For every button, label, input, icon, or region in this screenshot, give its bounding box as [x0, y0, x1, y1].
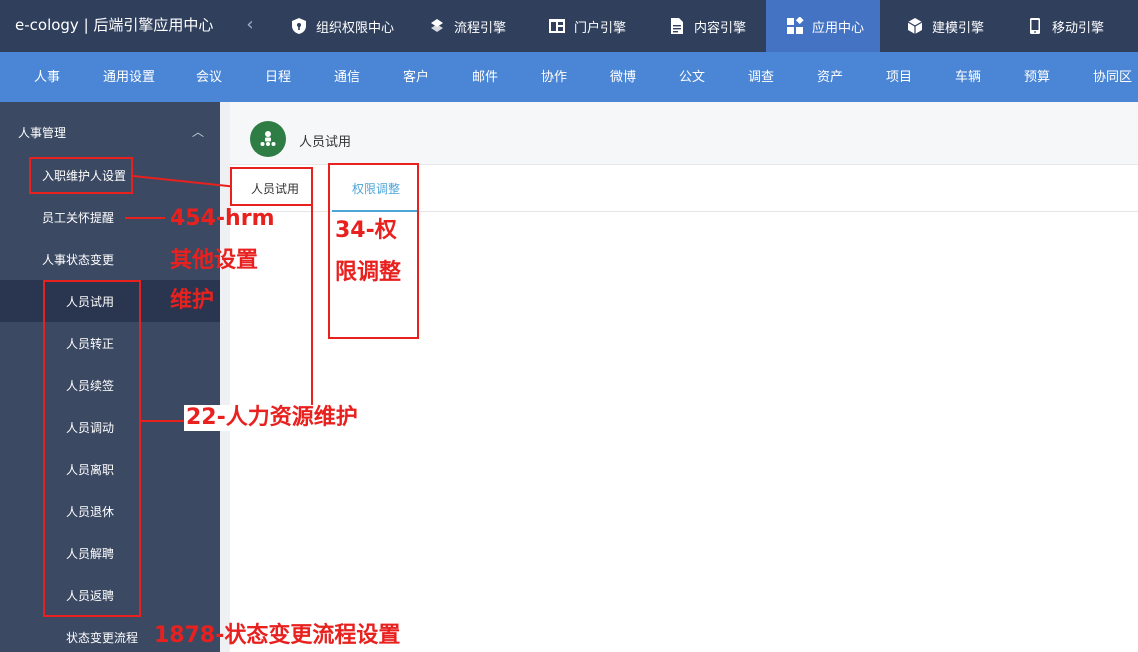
module-mail[interactable]: 邮件: [472, 52, 498, 102]
annotation-label: 限调整: [335, 260, 402, 285]
engine-label: 流程引擎: [454, 20, 507, 36]
engine-label: 组织权限中心: [316, 20, 395, 36]
module-survey[interactable]: 调查: [748, 52, 774, 102]
chevron-up-icon[interactable]: ︿: [190, 124, 206, 140]
sidebar-group-hr-management[interactable]: 人事管理: [18, 124, 66, 141]
mobile-icon: [1026, 17, 1044, 35]
tab-bar: 人员试用 权限调整: [230, 166, 1138, 212]
sidebar-item-status-change[interactable]: 人事状态变更: [42, 251, 114, 268]
sidebar-subitem-retirement[interactable]: 人员退休: [66, 503, 114, 520]
annotation-label: 454-hrm: [170, 206, 275, 231]
module-general-settings[interactable]: 通用设置: [103, 52, 155, 102]
flow-icon: [428, 17, 446, 35]
sidebar-item-onboarding-maintainer[interactable]: 入职维护人设置: [42, 167, 126, 184]
sidebar-subitem-rehire[interactable]: 人员返聘: [66, 587, 114, 604]
sidebar: 人事管理 ︿ 入职维护人设置 员工关怀提醒 人事状态变更 人员试用 人员转正 人…: [0, 102, 220, 652]
module-bar: 人事 通用设置 会议 日程 通信 客户 邮件 协作 微博 公文 调查 资产 项目…: [0, 52, 1138, 102]
app-title: e-cology | 后端引擎应用中心: [15, 16, 214, 34]
cube-icon: [906, 17, 924, 35]
module-collaboration[interactable]: 协作: [541, 52, 567, 102]
apps-icon: [786, 17, 804, 35]
sidebar-subitem-renewal[interactable]: 人员续签: [66, 377, 114, 394]
module-meeting[interactable]: 会议: [196, 52, 222, 102]
document-icon: [668, 17, 686, 35]
layout-icon: [548, 17, 566, 35]
main-content: 人员试用 人员试用 权限调整: [220, 102, 1138, 652]
page-title: 人员试用: [299, 135, 352, 150]
sidebar-item-status-change-workflow[interactable]: 状态变更流程: [66, 629, 138, 646]
sidebar-subitem-resignation[interactable]: 人员离职: [66, 461, 114, 478]
content-header: 人员试用: [230, 102, 1138, 165]
engine-workflow[interactable]: 流程引擎: [408, 0, 526, 52]
engine-app-center[interactable]: 应用中心: [766, 0, 880, 52]
engine-label: 门户引擎: [574, 20, 627, 36]
sidebar-subitem-regularization[interactable]: 人员转正: [66, 335, 114, 352]
engine-label: 内容引擎: [694, 20, 747, 36]
engine-content[interactable]: 内容引擎: [648, 0, 766, 52]
annotation-label: 其他设置: [170, 248, 259, 273]
module-schedule[interactable]: 日程: [265, 52, 291, 102]
tab-active-underline: [332, 210, 418, 212]
engine-portal[interactable]: 门户引擎: [528, 0, 646, 52]
engine-label: 建模引擎: [932, 20, 985, 36]
engine-label: 应用中心: [812, 20, 865, 36]
org-people-icon: [260, 131, 276, 146]
module-budget[interactable]: 预算: [1024, 52, 1050, 102]
module-communication[interactable]: 通信: [334, 52, 360, 102]
module-co-area[interactable]: 协同区: [1093, 52, 1132, 102]
annotation-label: 维护: [170, 288, 215, 313]
avatar: [250, 121, 286, 157]
tab-permission-adjust[interactable]: 权限调整: [352, 166, 400, 212]
module-project[interactable]: 项目: [886, 52, 912, 102]
chevron-left-icon[interactable]: ‹: [242, 14, 258, 36]
sidebar-item-employee-care[interactable]: 员工关怀提醒: [42, 209, 114, 226]
annotation-label: 22-人力资源维护: [184, 405, 360, 432]
sidebar-subitem-probation[interactable]: 人员试用: [66, 293, 114, 310]
annotation-label: 34-权: [335, 218, 397, 243]
module-official-document[interactable]: 公文: [679, 52, 705, 102]
engine-modeling[interactable]: 建模引擎: [886, 0, 1004, 52]
engine-mobile[interactable]: 移动引擎: [1006, 0, 1124, 52]
sidebar-subitem-transfer[interactable]: 人员调动: [66, 419, 114, 436]
shield-icon: [290, 17, 308, 35]
module-vehicle[interactable]: 车辆: [955, 52, 981, 102]
module-customer[interactable]: 客户: [403, 52, 429, 102]
sidebar-subitem-dismissal[interactable]: 人员解聘: [66, 545, 114, 562]
module-assets[interactable]: 资产: [817, 52, 843, 102]
annotation-label: 1878-状态变更流程设置: [154, 623, 401, 648]
module-microblog[interactable]: 微博: [610, 52, 636, 102]
engine-org-permission[interactable]: 组织权限中心: [270, 0, 398, 52]
module-hr[interactable]: 人事: [34, 52, 60, 102]
top-bar: e-cology | 后端引擎应用中心 ‹ 组织权限中心 流程引擎 门户引擎 内…: [0, 0, 1138, 52]
engine-label: 移动引擎: [1052, 20, 1105, 36]
